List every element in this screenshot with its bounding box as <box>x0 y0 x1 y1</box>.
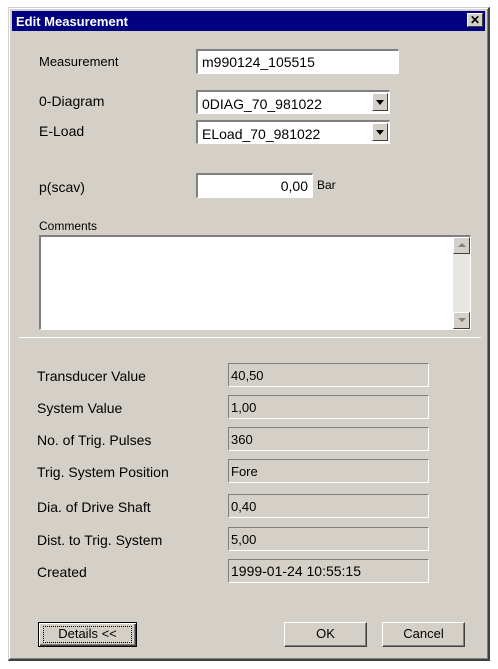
system-value-field: 1,00 <box>228 395 429 419</box>
comments-label: Comments <box>39 219 98 233</box>
measurement-label: Measurement <box>39 54 119 69</box>
trig-pulses-field: 360 <box>228 427 429 451</box>
drive-shaft-label: Dia. of Drive Shaft <box>37 499 151 515</box>
diagram-selected-value: 0DIAG_70_981022 <box>202 96 322 112</box>
ok-button-label: OK <box>316 626 335 641</box>
diagram-select[interactable]: 0DIAG_70_981022 <box>196 90 390 114</box>
comments-textarea[interactable] <box>39 235 471 330</box>
transducer-value-field: 40,50 <box>228 363 429 387</box>
transducer-value-label: Transducer Value <box>37 368 146 384</box>
diagram-dropdown-button[interactable] <box>372 93 388 111</box>
eload-select[interactable]: ELoad_70_981022 <box>196 120 390 144</box>
cancel-button[interactable]: Cancel <box>382 622 465 647</box>
edit-measurement-dialog: Edit Measurement ✕ Measurement m990124_1… <box>8 7 490 661</box>
pscav-unit: Bar <box>317 178 336 192</box>
scroll-up-button[interactable] <box>453 237 470 254</box>
eload-dropdown-button[interactable] <box>372 123 388 141</box>
close-icon: ✕ <box>469 13 481 27</box>
details-toggle-button[interactable]: Details << <box>38 622 137 647</box>
chevron-down-icon <box>376 100 384 105</box>
eload-selected-value: ELoad_70_981022 <box>202 126 321 142</box>
measurement-input[interactable]: m990124_105515 <box>196 49 399 74</box>
system-value-label: System Value <box>37 400 123 416</box>
trig-pulses-label: No. of Trig. Pulses <box>37 432 152 448</box>
chevron-down-icon <box>458 318 466 322</box>
close-button[interactable]: ✕ <box>467 13 483 27</box>
drive-shaft-field: 0,40 <box>228 494 429 518</box>
dialog-title: Edit Measurement <box>16 14 128 29</box>
cancel-button-label: Cancel <box>403 626 444 641</box>
diagram-label: 0-Diagram <box>39 93 105 109</box>
created-field: 1999-01-24 10:55:15 <box>228 559 429 583</box>
dist-trig-field: 5,00 <box>228 527 429 551</box>
created-label: Created <box>37 564 87 580</box>
pscav-input[interactable]: 0,00 <box>196 173 313 198</box>
trig-position-label: Trig. System Position <box>37 464 169 480</box>
ok-button[interactable]: OK <box>284 622 367 647</box>
chevron-up-icon <box>458 243 466 247</box>
dist-trig-label: Dist. to Trig. System <box>37 532 163 548</box>
measurement-panel: Measurement m990124_105515 0-Diagram 0DI… <box>19 32 481 338</box>
chevron-down-icon <box>376 130 384 135</box>
scroll-down-button[interactable] <box>453 312 470 329</box>
pscav-label: p(scav) <box>39 179 85 195</box>
focus-indicator <box>43 626 132 643</box>
trig-position-field: Fore <box>228 459 429 483</box>
title-bar: Edit Measurement ✕ <box>12 11 485 31</box>
comments-scrollbar[interactable] <box>453 237 470 329</box>
eload-label: E-Load <box>39 123 85 139</box>
